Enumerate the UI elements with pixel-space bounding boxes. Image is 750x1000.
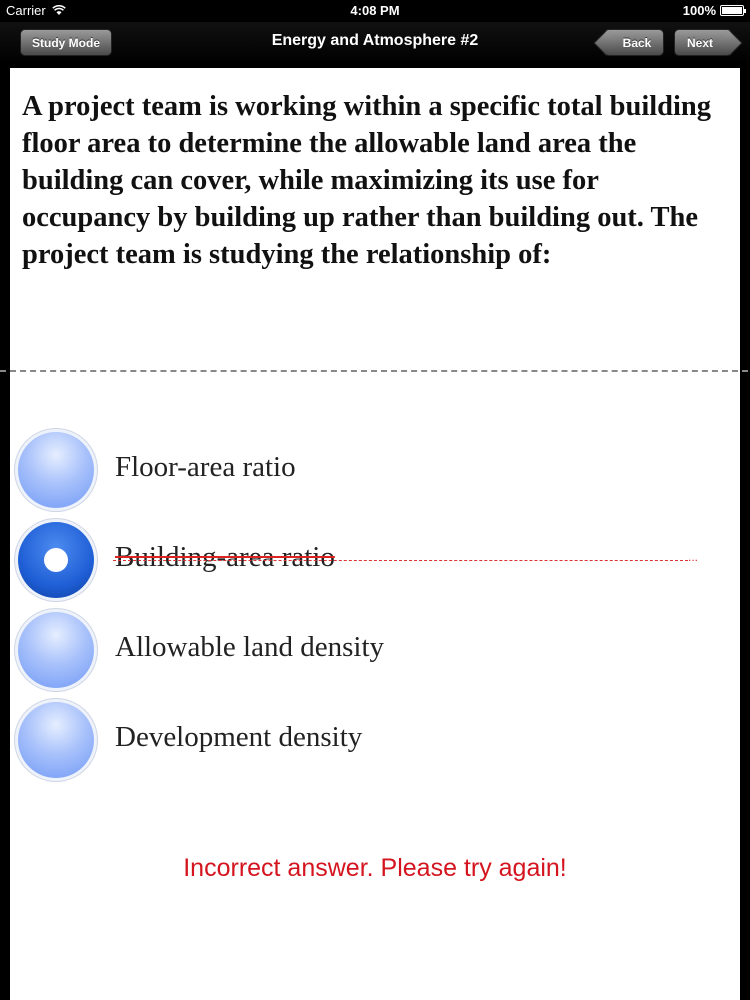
option-building-area-ratio[interactable]: Building-area ratio ... [18,522,718,600]
strike-through-line [113,560,688,561]
option-floor-area-ratio[interactable]: Floor-area ratio [18,432,718,510]
option-development-density[interactable]: Development density [18,702,718,780]
strike-line-end: ... [688,550,699,564]
option-label: Development density [115,721,363,753]
option-allowable-land-density[interactable]: Allowable land density [18,612,718,690]
radio-button[interactable] [18,432,94,508]
battery-icon [720,5,746,16]
study-mode-button[interactable]: Study Mode [20,29,112,56]
navigation-bar: Study Mode Energy and Atmosphere #2 Back… [0,22,750,64]
battery-percent: 100% [682,3,716,18]
radio-button[interactable] [18,702,94,778]
radio-button[interactable] [18,612,94,688]
question-panel: A project team is working within a speci… [0,68,748,1000]
feedback-message: Incorrect answer. Please try again! [183,854,567,882]
radio-button-selected[interactable] [18,522,94,598]
option-label-struck: Building-area ratio [115,541,335,573]
status-bar: Carrier 4:08 PM 100% [0,0,750,22]
option-label: Allowable land density [115,631,385,663]
option-label: Floor-area ratio [115,451,296,483]
question-text: A project team is working within a speci… [22,91,712,270]
status-time: 4:08 PM [350,3,400,18]
next-button[interactable]: Next [674,29,732,56]
divider [0,370,748,372]
status-right: 100% [682,3,746,18]
back-button[interactable]: Back [604,29,664,56]
